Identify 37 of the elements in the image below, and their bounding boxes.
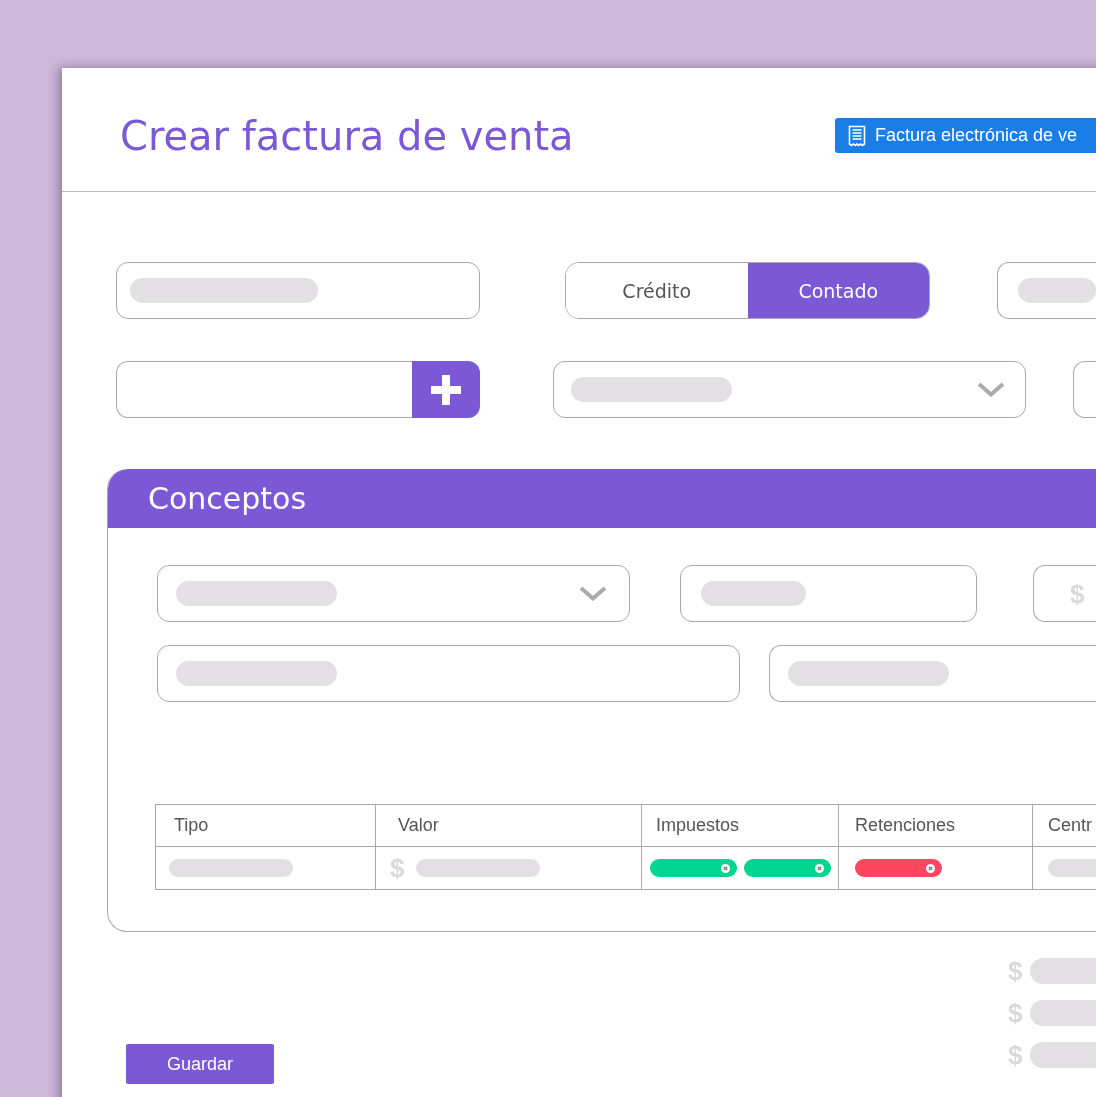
chevron-down-icon: [579, 586, 607, 601]
input-field[interactable]: [116, 361, 412, 418]
currency-symbol: $: [1008, 1000, 1022, 1026]
text-field[interactable]: [997, 262, 1096, 319]
chevron-down-icon: [977, 382, 1005, 397]
text-field[interactable]: [680, 565, 977, 622]
dropdown-field[interactable]: [157, 565, 630, 622]
toggle-option[interactable]: Contado: [747, 263, 929, 318]
column-header: Centr: [1033, 805, 1096, 847]
column-header: Impuestos: [642, 805, 839, 847]
tag-chip[interactable]: [855, 859, 942, 877]
add-button[interactable]: [412, 361, 480, 418]
column-header: Retenciones: [839, 805, 1033, 847]
text-field[interactable]: [116, 262, 480, 319]
e-invoice-button[interactable]: Factura electrónica de ve: [835, 118, 1096, 153]
currency-symbol: $: [1008, 958, 1022, 984]
column-header: Valor: [376, 805, 642, 847]
plus-icon: [431, 374, 461, 405]
currency-symbol: $: [390, 855, 405, 881]
page-title: Crear factura de venta: [120, 112, 574, 159]
text-field[interactable]: [1073, 361, 1096, 418]
remove-icon[interactable]: [815, 863, 824, 873]
placeholder-bar: [1048, 859, 1096, 877]
currency-symbol: $: [1008, 1042, 1022, 1068]
text-field[interactable]: [157, 645, 740, 702]
section-title: Conceptos: [148, 481, 307, 516]
save-button[interactable]: Guardar: [126, 1044, 274, 1084]
placeholder-bar: [1030, 958, 1096, 984]
receipt-icon: [848, 124, 866, 147]
text-field[interactable]: [769, 645, 1096, 702]
remove-icon[interactable]: [926, 863, 935, 873]
remove-icon[interactable]: [721, 863, 730, 873]
placeholder-bar: [1030, 1000, 1096, 1026]
placeholder-bar: [1030, 1042, 1096, 1068]
dropdown-field[interactable]: [553, 361, 1026, 418]
currency-symbol: $: [1070, 580, 1085, 607]
column-header: Tipo: [156, 805, 376, 847]
